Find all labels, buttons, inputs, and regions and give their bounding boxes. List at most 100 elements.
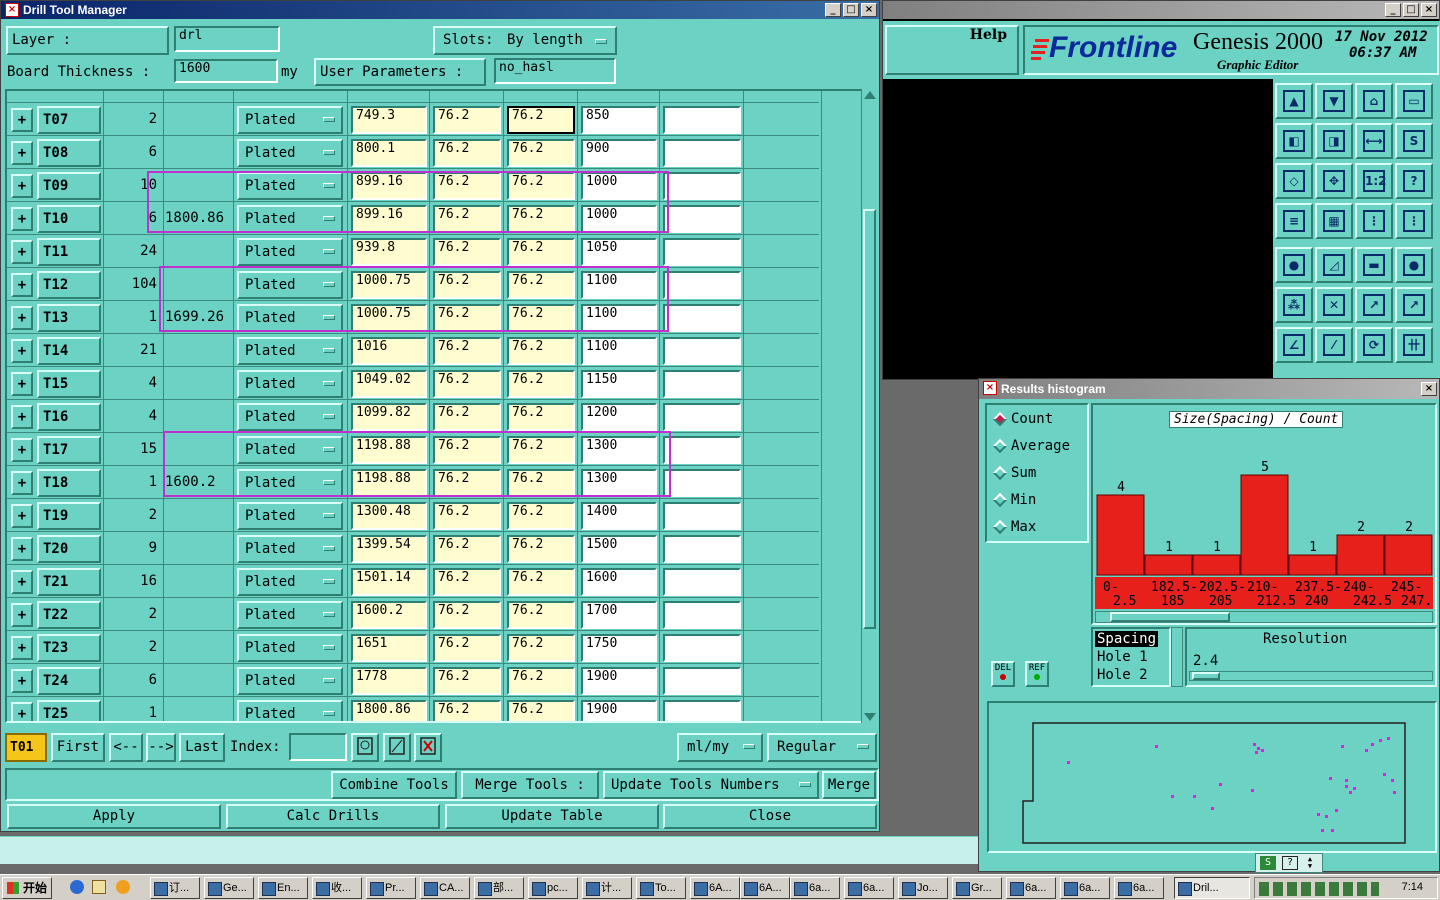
tool-name[interactable]: T07: [37, 106, 101, 134]
extra-value-input[interactable]: [663, 700, 741, 721]
plating-select[interactable]: Plated: [237, 370, 343, 398]
connect-blue-icon[interactable]: ↗: [1395, 287, 1433, 323]
symbol-red-icon[interactable]: 卄: [1395, 327, 1433, 363]
extra-value-input[interactable]: [663, 667, 741, 695]
finish-size-input[interactable]: 939.8: [351, 238, 427, 266]
apply-button[interactable]: Apply: [7, 804, 221, 829]
spacing-list-item[interactable]: Hole 2: [1095, 667, 1150, 683]
taskbar-item[interactable]: 订...: [150, 877, 200, 899]
expand-row-icon[interactable]: +: [11, 603, 33, 627]
taskbar-item[interactable]: 6A...: [690, 877, 740, 899]
expand-row-icon[interactable]: +: [11, 636, 33, 660]
curve-icon[interactable]: S: [1395, 123, 1433, 159]
taskbar-item[interactable]: To...: [636, 877, 686, 899]
plus-tolerance-input[interactable]: 76.2: [433, 238, 501, 266]
stat-option[interactable]: Count: [991, 409, 1053, 429]
export-icon[interactable]: ◨: [1315, 123, 1353, 159]
expand-row-icon[interactable]: +: [11, 207, 33, 231]
update-table-button[interactable]: Update Table: [445, 804, 659, 829]
chart-hscroll[interactable]: [1095, 611, 1433, 623]
extra-value-input[interactable]: [663, 172, 741, 200]
plating-select[interactable]: Plated: [237, 700, 343, 721]
expand-row-icon[interactable]: +: [11, 438, 33, 462]
tool-name[interactable]: T24: [37, 667, 101, 695]
user-parameters-button[interactable]: User Parameters :: [314, 58, 486, 86]
shape-icon[interactable]: ◿: [1315, 247, 1353, 283]
extra-value-input[interactable]: [663, 106, 741, 134]
tool-name[interactable]: T13: [37, 304, 101, 332]
extra-value-input[interactable]: [663, 304, 741, 332]
spin-arrows-icon[interactable]: ▲ ▼: [1304, 856, 1316, 870]
taskbar-item[interactable]: Dril...: [1174, 877, 1250, 899]
chart-hscroll-thumb[interactable]: [1110, 612, 1230, 622]
close-icon[interactable]: ×: [1421, 3, 1437, 17]
drill-size-input[interactable]: 1100: [581, 337, 657, 365]
extra-value-input[interactable]: [663, 205, 741, 233]
tool-name[interactable]: T17: [37, 436, 101, 464]
connect-red-icon[interactable]: ↗: [1355, 287, 1393, 323]
plus-tolerance-input[interactable]: 76.2: [433, 337, 501, 365]
tool-name[interactable]: T09: [37, 172, 101, 200]
stat-option[interactable]: Max: [991, 517, 1036, 537]
taskbar-item[interactable]: Pr...: [366, 877, 416, 899]
expand-row-icon[interactable]: +: [11, 339, 33, 363]
grid-icon[interactable]: ▦: [1315, 203, 1353, 239]
pan-icon[interactable]: ✥: [1315, 163, 1353, 199]
expand-row-icon[interactable]: +: [11, 702, 33, 721]
minus-tolerance-input[interactable]: 76.2: [507, 568, 575, 596]
taskbar-item[interactable]: 6a...: [1006, 877, 1056, 899]
tool-name[interactable]: T16: [37, 403, 101, 431]
drill-size-input[interactable]: 1900: [581, 667, 657, 695]
plus-tolerance-input[interactable]: 76.2: [433, 139, 501, 167]
expand-row-icon[interactable]: +: [11, 405, 33, 429]
maximize-icon[interactable]: □: [1403, 3, 1419, 17]
tool-name[interactable]: T25: [37, 700, 101, 721]
finish-size-input[interactable]: 1501.14: [351, 568, 427, 596]
drill-size-input[interactable]: 1600: [581, 568, 657, 596]
update-tools-numbers-select[interactable]: Update Tools Numbers: [603, 771, 819, 799]
expand-row-icon[interactable]: +: [11, 570, 33, 594]
quicklaunch-media-icon[interactable]: [116, 880, 130, 894]
finish-size-input[interactable]: 749.3: [351, 106, 427, 134]
delete-icon[interactable]: [414, 733, 442, 762]
help-question-icon[interactable]: ?: [1282, 856, 1298, 870]
plating-select[interactable]: Plated: [237, 667, 343, 695]
zoom-ratio-icon[interactable]: 1:2: [1355, 163, 1393, 199]
extra-value-input[interactable]: [663, 568, 741, 596]
spacing-list-item[interactable]: Hole 1: [1095, 649, 1150, 665]
close-button[interactable]: Close: [663, 804, 877, 829]
minus-tolerance-input[interactable]: 76.2: [507, 106, 575, 134]
network-icon[interactable]: ⁂: [1275, 287, 1313, 323]
extra-value-input[interactable]: [663, 370, 741, 398]
expand-icon[interactable]: [383, 733, 411, 762]
finish-size-input[interactable]: 1778: [351, 667, 427, 695]
tools-icon[interactable]: ≡: [1275, 203, 1313, 239]
stat-option[interactable]: Min: [991, 490, 1036, 510]
taskbar-item[interactable]: 6a...: [844, 877, 894, 899]
taskbar-item[interactable]: 6A...: [740, 877, 790, 899]
combine-tools-button[interactable]: Combine Tools: [331, 771, 457, 799]
prev-button[interactable]: <--: [109, 733, 143, 762]
tool-name[interactable]: T20: [37, 535, 101, 563]
plus-tolerance-input[interactable]: 76.2: [433, 370, 501, 398]
home-icon[interactable]: ⌂: [1355, 83, 1393, 119]
extra-value-input[interactable]: [663, 337, 741, 365]
tool-name[interactable]: T08: [37, 139, 101, 167]
plus-tolerance-input[interactable]: 76.2: [433, 700, 501, 721]
taskbar-item[interactable]: Ge...: [204, 877, 254, 899]
minus-tolerance-input[interactable]: 76.2: [507, 535, 575, 563]
board-thickness-input[interactable]: 1600: [174, 59, 278, 83]
tool-name[interactable]: T22: [37, 601, 101, 629]
extra-value-input[interactable]: [663, 238, 741, 266]
taskbar-item[interactable]: 6a...: [790, 877, 840, 899]
minus-tolerance-input[interactable]: 76.2: [507, 403, 575, 431]
minus-tolerance-input[interactable]: 76.2: [507, 238, 575, 266]
lamp-icon[interactable]: [351, 733, 379, 762]
tool-name[interactable]: T18: [37, 469, 101, 497]
minimize-icon[interactable]: _: [825, 3, 841, 17]
index-input[interactable]: [289, 733, 347, 761]
spacing-list[interactable]: Spacing Hole 1 Hole 2: [1091, 627, 1171, 687]
list-scrollbar[interactable]: [1171, 627, 1183, 687]
start-button[interactable]: 开始: [2, 877, 52, 899]
minus-tolerance-input[interactable]: 76.2: [507, 601, 575, 629]
